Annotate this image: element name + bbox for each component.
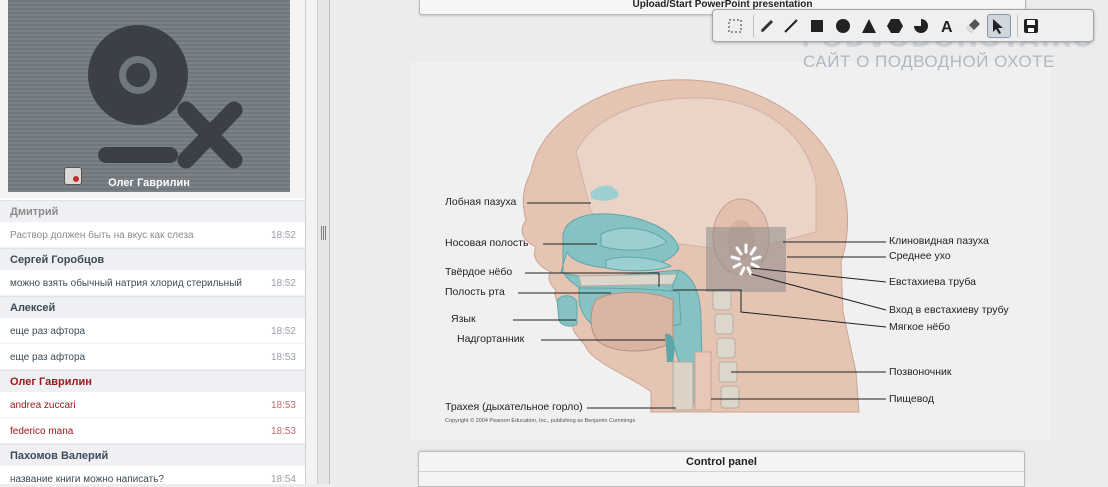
control-panel: Control panel — [418, 451, 1025, 487]
chat-group: Дмитрий Раствор должен быть на вкус как с… — [0, 200, 305, 248]
label-epiglottis: Надгортанник — [457, 333, 525, 345]
label-tongue: Язык — [451, 313, 476, 325]
label-trachea: Трахея (дыхательное горло) — [445, 401, 583, 413]
filled-triangle-icon[interactable] — [857, 14, 881, 38]
save-icon[interactable] — [1017, 13, 1041, 38]
chat-message: andrea zuccari 18:53 — [0, 392, 305, 418]
chat-username: Олег Гаврилин — [0, 370, 305, 392]
label-esophagus: Пищевод — [889, 393, 934, 405]
label-spine: Позвоночник — [889, 366, 952, 378]
svg-text:A: A — [941, 19, 953, 34]
chat-group: Сергей Горобцов можно взять обычный натри… — [0, 248, 305, 296]
chat-message-time: 18:52 — [270, 278, 296, 289]
label-oral-cavity: Полость рта — [445, 286, 505, 298]
chat-message-text: andrea zuccari — [10, 400, 76, 411]
chat-username: Алексей — [0, 296, 305, 318]
chat-message: еще раз афтора 18:53 — [0, 344, 305, 370]
filled-hexagon-icon[interactable] — [883, 14, 907, 38]
chat-group: Олег Гаврилин andrea zuccari 18:53 federico… — [0, 370, 305, 444]
presentation-slide[interactable]: Лобная пазуха Носовая полость Твёрдое нё… — [411, 62, 1051, 440]
label-soft-palate: Мягкое нёбо — [889, 321, 951, 333]
splitter-grip-icon[interactable] — [321, 226, 327, 240]
chat-message: Раствор должен быть на вкус как слеза 18:… — [0, 222, 305, 248]
chat-message-text: можно взять обычный натрия хлорид стерил… — [10, 278, 242, 289]
chat-message-time: 18:53 — [270, 400, 296, 411]
participant-name: Олег Гаврилин — [108, 177, 190, 189]
webcam-video[interactable]: Олег Гаврилин — [8, 0, 290, 192]
filled-square-icon[interactable] — [805, 14, 829, 38]
chat-username: Сергей Горобцов — [0, 248, 305, 270]
chat-message-text: название книги можно написать? — [10, 474, 164, 484]
label-middle-ear: Среднее ухо — [889, 250, 951, 262]
whiteboard-area: Upload/Start PowerPoint presentation Лоб… — [331, 0, 1108, 487]
label-frontal-sinus: Лобная пазуха — [445, 196, 517, 208]
text-icon[interactable]: A — [935, 14, 959, 38]
label-hard-palate: Твёрдое нёбо — [445, 266, 513, 278]
chat-scrollbar[interactable] — [305, 0, 318, 484]
chat-message-time: 18:54 — [270, 474, 296, 484]
chat-message-time: 18:53 — [270, 352, 296, 363]
label-nasal-cavity: Носовая полость — [445, 237, 529, 249]
filled-circle-icon[interactable] — [831, 14, 855, 38]
chat-message-text: federico mana — [10, 426, 74, 437]
control-panel-title[interactable]: Control panel — [419, 452, 1024, 472]
line-icon[interactable] — [779, 14, 803, 38]
pencil-icon[interactable] — [753, 13, 777, 38]
chat-message: еще раз афтора 18:52 — [0, 318, 305, 344]
chat-message-text: еще раз афтора — [10, 352, 86, 363]
chat-log: Дмитрий Раствор должен быть на вкус как с… — [0, 200, 305, 484]
label-sphenoid-sinus: Клиновидная пазуха — [889, 235, 989, 247]
slide-copyright: Copyright © 2004 Pearson Education, Inc.… — [445, 418, 636, 424]
no-video-logo-icon — [88, 25, 243, 169]
label-eustachian-tube: Евстахиева труба — [889, 276, 976, 288]
pie-icon[interactable] — [909, 14, 933, 38]
head-anatomy-diagram — [513, 79, 887, 413]
chat-message-text: Раствор должен быть на вкус как слеза — [10, 230, 194, 241]
chat-message-time: 18:52 — [270, 230, 296, 241]
chat-message: можно взять обычный натрия хлорид стерил… — [0, 270, 305, 296]
video-panel: Олег Гаврилин — [0, 0, 305, 198]
panel-splitter[interactable] — [318, 0, 330, 484]
drawing-toolbar: A — [712, 9, 1094, 42]
chat-username: Дмитрий — [0, 200, 305, 222]
chat-message-text: еще раз афтора — [10, 326, 86, 337]
left-panel: Олег Гаврилин Дмитрий Раствор должен быть… — [0, 0, 305, 484]
pointer-arrow-icon[interactable] — [987, 13, 1011, 38]
chat-message: federico mana 18:53 — [0, 418, 305, 444]
label-eustachian-entry: Вход в евстахиеву трубу — [889, 304, 1009, 316]
chat-username: Пахомов Валерий — [0, 444, 305, 466]
chat-message-time: 18:52 — [270, 326, 296, 337]
select-rectangle-icon[interactable] — [723, 14, 747, 38]
eraser-icon[interactable] — [961, 14, 985, 38]
chat-message-time: 18:53 — [270, 426, 296, 437]
chat-group: Алексей еще раз афтора 18:52 еще раз афтора… — [0, 296, 305, 370]
chat-group: Пахомов Валерий название книги можно напи… — [0, 444, 305, 484]
chat-message: название книги можно написать? 18:54 — [0, 466, 305, 484]
